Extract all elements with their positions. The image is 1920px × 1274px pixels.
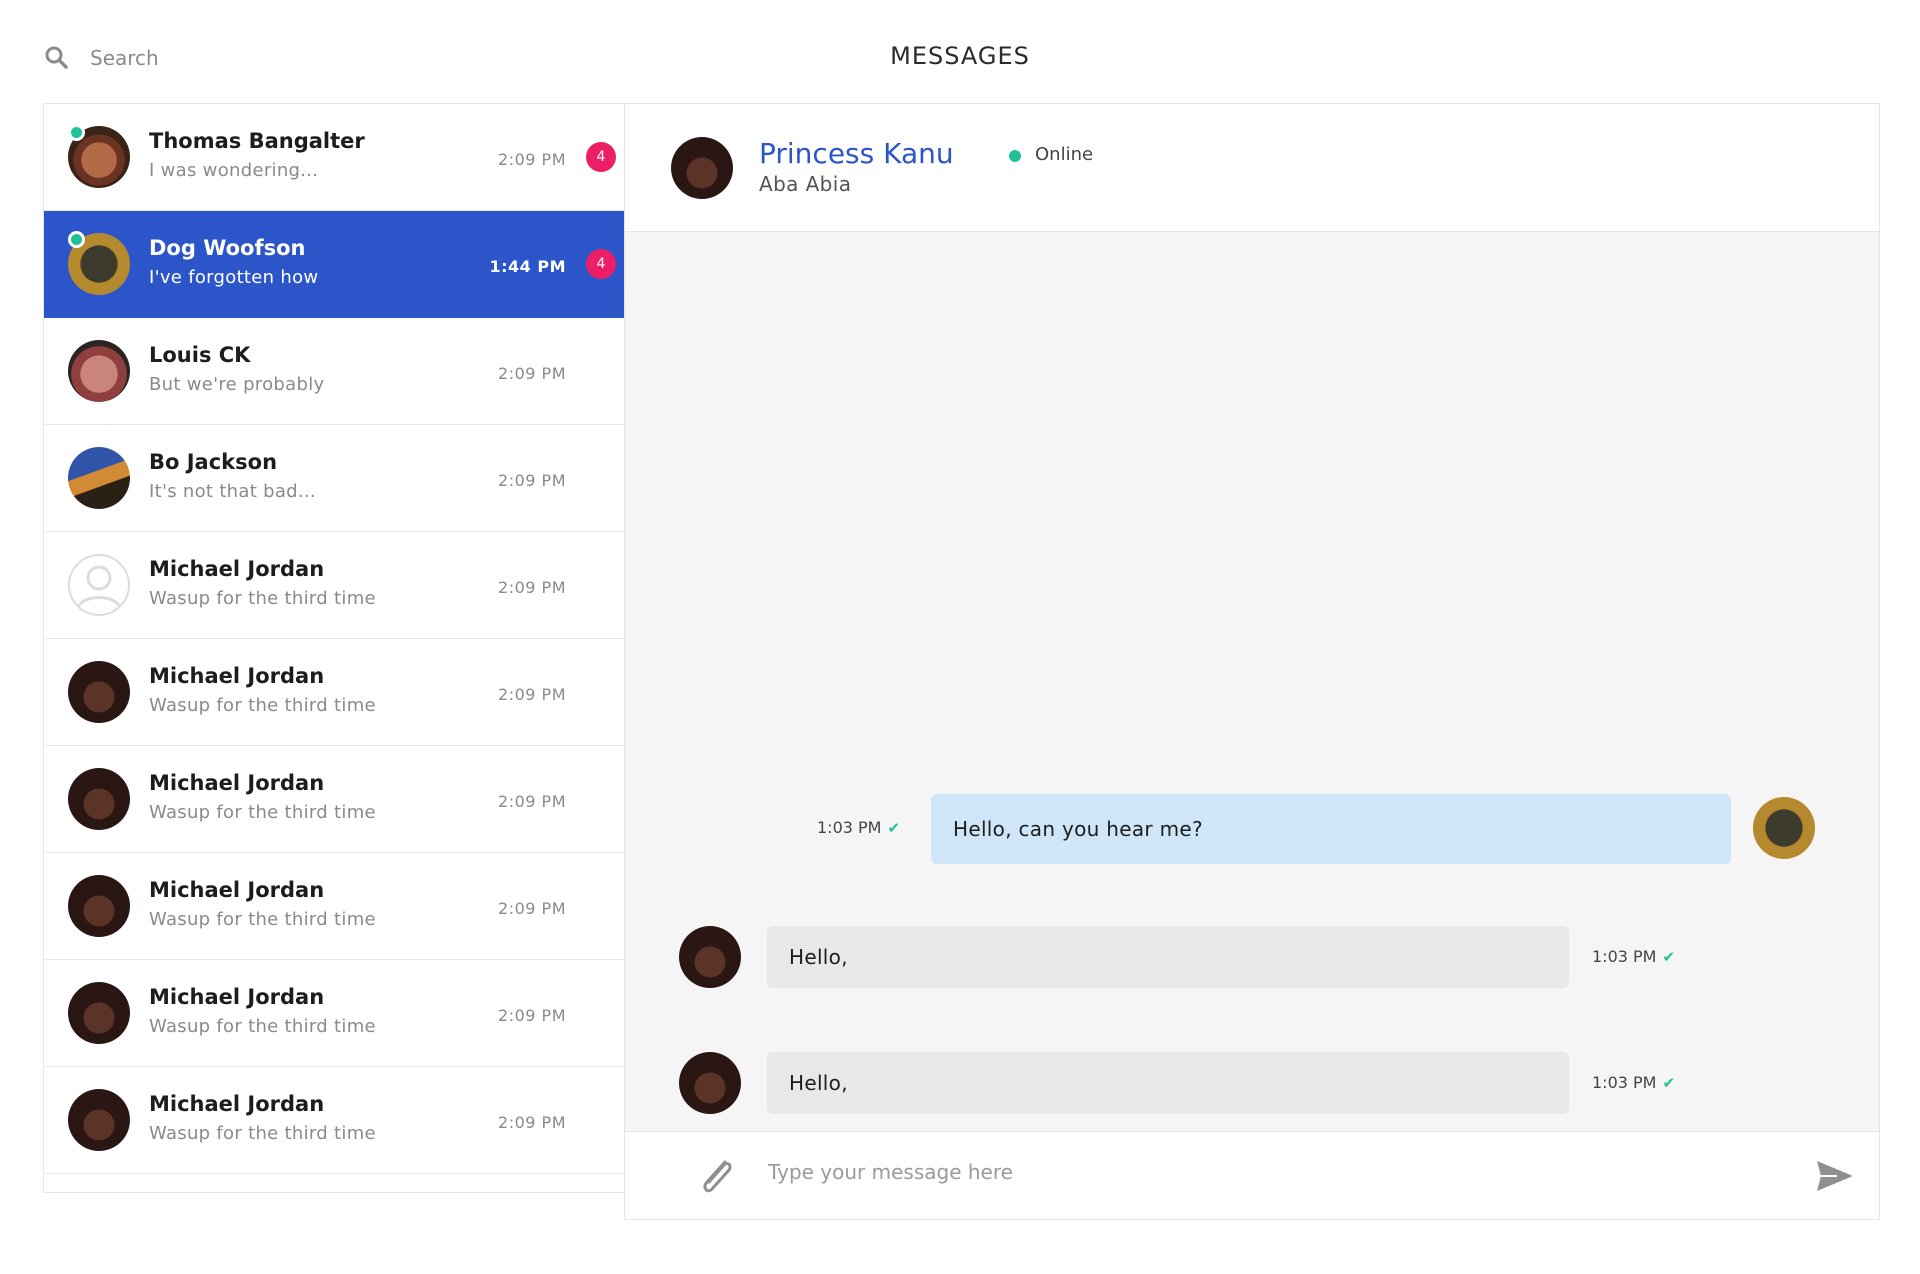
incoming-message-bubble[interactable]: Hello, [767,1052,1569,1114]
sender-avatar [1753,797,1815,859]
conversation-time: 1:44 PM [489,257,566,276]
avatar [68,1089,130,1151]
message-input[interactable] [768,1160,1668,1184]
conversation-name: Michael Jordan [149,664,325,688]
conversation-time: 2:09 PM [498,685,566,704]
conversation-name: Michael Jordan [149,878,325,902]
avatar [68,661,130,723]
conversation-name: Michael Jordan [149,771,325,795]
conversation-preview: But we're probably [149,374,325,395]
conversation-item[interactable]: Michael Jordan Wasup for the third time … [44,1067,624,1174]
recipient-avatar [679,1052,741,1114]
recipient-avatar [679,926,741,988]
incoming-message-bubble[interactable]: Hello, [767,926,1569,988]
conversation-item[interactable]: Louis CK But we're probably 2:09 PM [44,318,624,425]
online-indicator [68,231,85,248]
message-time: 1:03 PM ✔ [1592,947,1675,966]
send-icon[interactable] [1815,1158,1855,1194]
unread-badge: 4 [586,249,616,279]
online-status-icon [1009,150,1021,162]
conversation-preview: Wasup for the third time [149,802,376,823]
contact-subtitle: Aba Abia [759,172,852,196]
message-time-text: 1:03 PM [1592,1073,1657,1092]
contact-avatar[interactable] [671,137,733,199]
message-time: 1:03 PM ✔ [817,818,900,837]
avatar-placeholder [68,554,130,616]
conversation-preview: Wasup for the third time [149,588,376,609]
conversation-time: 2:09 PM [498,1006,566,1025]
conversation-item[interactable]: Michael Jordan Wasup for the third time … [44,853,624,960]
conversation-preview: Wasup for the third time [149,1016,376,1037]
conversation-time: 2:09 PM [498,471,566,490]
conversation-preview: It's not that bad... [149,481,316,502]
message-time-text: 1:03 PM [817,818,882,837]
conversation-preview: Wasup for the third time [149,695,376,716]
conversation-time: 2:09 PM [498,364,566,383]
avatar [68,875,130,937]
conversation-item[interactable]: Michael Jordan Wasup for the third time … [44,746,624,853]
avatar [68,982,130,1044]
delivered-check-icon: ✔ [887,819,901,837]
delivered-check-icon: ✔ [1662,948,1676,966]
conversation-item[interactable]: Michael Jordan Wasup for the third time … [44,639,624,746]
conversation-name: Bo Jackson [149,450,278,474]
paperclip-icon[interactable] [695,1152,739,1200]
conversation-time: 2:09 PM [498,1113,566,1132]
conversation-name: Michael Jordan [149,985,325,1009]
conversation-item[interactable]: Michael Jordan Wasup for the third time … [44,960,624,1067]
conversation-list[interactable]: Thomas Bangalter I was wondering... 2:09… [43,103,624,1193]
conversation-item[interactable]: Bo Jackson It's not that bad... 2:09 PM [44,425,624,532]
chat-header: Princess Kanu Aba Abia Online [625,104,1879,232]
conversation-item[interactable]: Michael Jordan Wasup for the third time … [44,532,624,639]
message-time-text: 1:03 PM [1592,947,1657,966]
contact-name[interactable]: Princess Kanu [759,137,954,170]
page-title: MESSAGES [890,42,1030,70]
conversation-time: 2:09 PM [498,792,566,811]
message-composer [625,1131,1879,1219]
conversation-item[interactable]: Thomas Bangalter I was wondering... 2:09… [44,104,624,211]
conversation-item-active[interactable]: Dog Woofson I've forgotten how 1:44 PM 4 [44,211,624,318]
message-time: 1:03 PM ✔ [1592,1073,1675,1092]
conversation-name: Michael Jordan [149,557,325,581]
online-status-text: Online [1035,144,1094,165]
conversation-name: Thomas Bangalter [149,129,365,153]
outgoing-message-bubble[interactable]: Hello, can you hear me? [931,794,1731,864]
conversation-preview: Wasup for the third time [149,1123,376,1144]
conversation-preview: I've forgotten how [149,267,319,288]
conversation-preview: Wasup for the third time [149,909,376,930]
avatar [68,768,130,830]
conversation-name: Michael Jordan [149,1092,325,1116]
avatar [68,447,130,509]
delivered-check-icon: ✔ [1662,1074,1676,1092]
online-indicator [68,124,85,141]
conversation-time: 2:09 PM [498,578,566,597]
avatar [68,340,130,402]
conversation-name: Louis CK [149,343,251,367]
conversation-time: 2:09 PM [498,150,566,169]
unread-badge: 4 [586,142,616,172]
chat-panel: Princess Kanu Aba Abia Online 1:03 PM ✔ H… [624,103,1880,1220]
conversation-preview: I was wondering... [149,160,319,181]
conversation-time: 2:09 PM [498,899,566,918]
conversation-name: Dog Woofson [149,236,306,260]
